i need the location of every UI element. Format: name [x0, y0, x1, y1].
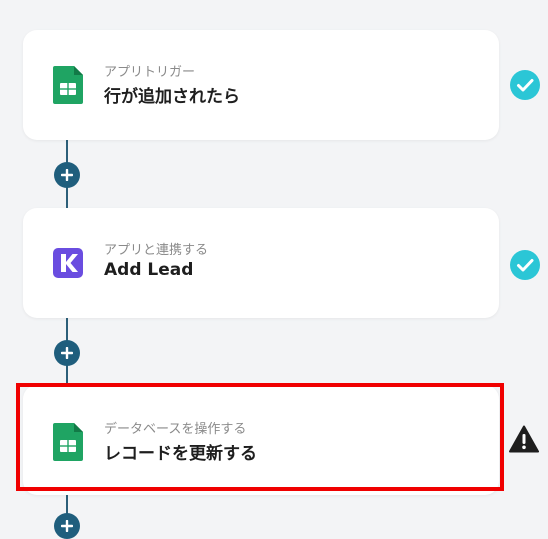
check-icon	[510, 250, 540, 280]
step-type-label: アプリと連携する	[104, 243, 209, 258]
add-step-button[interactable]	[54, 513, 80, 539]
flow-step-card[interactable]: アプリトリガー 行が追加されたら	[23, 30, 499, 140]
check-icon	[510, 70, 540, 100]
warning-icon	[509, 425, 539, 453]
add-step-button[interactable]	[54, 340, 80, 366]
step-type-label: アプリトリガー	[104, 65, 196, 80]
step-title: Add Lead	[104, 260, 194, 280]
step-title: レコードを更新する	[104, 444, 257, 464]
plus-icon	[61, 169, 73, 181]
flow-step-card[interactable]: データベースを操作する レコードを更新する	[23, 385, 499, 495]
step-title: 行が追加されたら	[104, 87, 240, 107]
plus-icon	[61, 520, 73, 532]
step-type-label: データベースを操作する	[104, 422, 247, 437]
google-sheets-icon	[53, 423, 83, 461]
add-step-button[interactable]	[54, 162, 80, 188]
app-k-logo-icon	[53, 248, 83, 278]
plus-icon	[61, 347, 73, 359]
google-sheets-icon	[53, 66, 83, 104]
flow-step-card[interactable]: アプリと連携する Add Lead	[23, 208, 499, 318]
